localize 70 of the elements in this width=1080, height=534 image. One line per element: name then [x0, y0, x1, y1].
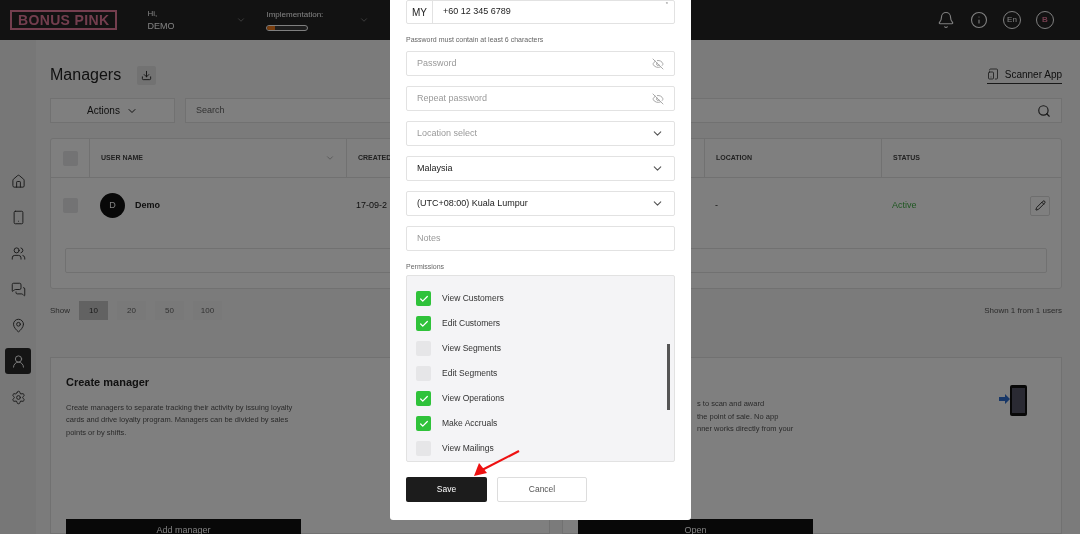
- check-icon: [418, 318, 429, 329]
- checkbox[interactable]: [416, 391, 431, 406]
- user-name: DEMO: [147, 20, 175, 32]
- cancel-button[interactable]: Cancel: [497, 477, 587, 502]
- permission-label[interactable]: Edit Segments: [442, 367, 498, 380]
- edit-button[interactable]: [1030, 195, 1050, 216]
- download-button[interactable]: [137, 65, 157, 85]
- permission-label[interactable]: View Mailings: [442, 442, 494, 455]
- sort-icon[interactable]: [325, 153, 335, 163]
- field-placeholder: Password: [417, 56, 458, 70]
- scrollbar[interactable]: [667, 344, 670, 410]
- phone-value: +60 12 345 6789: [443, 5, 511, 19]
- checkbox[interactable]: [416, 316, 431, 331]
- save-button[interactable]: Save: [406, 477, 487, 502]
- show-label: Show: [50, 304, 70, 317]
- user-icon: [10, 353, 26, 369]
- chat-icon: [10, 281, 26, 297]
- sidebar-item[interactable]: [5, 348, 31, 374]
- permission-label[interactable]: Edit Customers: [442, 317, 501, 330]
- phone-icon: [998, 384, 1028, 417]
- pencil-icon: [1034, 200, 1046, 211]
- open-button[interactable]: Open: [578, 519, 813, 534]
- checkbox[interactable]: [416, 416, 431, 431]
- input-field[interactable]: Repeat password: [406, 86, 675, 111]
- permission-label[interactable]: Make Accruals: [442, 417, 498, 430]
- country-code[interactable]: MY: [407, 1, 433, 23]
- eye-off-icon[interactable]: [652, 92, 664, 105]
- table-cell: 17-09-2: [356, 199, 388, 210]
- home-icon: [10, 173, 26, 189]
- select-field[interactable]: (UTC+08:00) Kuala Lumpur: [406, 191, 675, 216]
- check-icon: [418, 418, 429, 429]
- permission-label[interactable]: View Customers: [442, 292, 504, 305]
- notifications-icon[interactable]: [937, 11, 955, 29]
- field-placeholder: Notes: [417, 231, 442, 245]
- input-field[interactable]: Notes: [406, 226, 675, 251]
- table-cell-text: Demo: [135, 198, 160, 212]
- field-value: (UTC+08:00) Kuala Lumpur: [417, 196, 529, 210]
- actions-dropdown[interactable]: Actions: [50, 98, 175, 123]
- greeting: Hi,: [147, 8, 159, 20]
- select-field[interactable]: Location select: [406, 121, 675, 146]
- chevron-icon[interactable]: [359, 15, 370, 25]
- checkbox[interactable]: [416, 291, 431, 306]
- input-field[interactable]: Password: [406, 51, 675, 76]
- select-field[interactable]: Malaysia: [406, 156, 675, 181]
- results-summary: Shown 1 from 1 users: [984, 304, 1062, 317]
- scanner-app-link[interactable]: Scanner App: [986, 66, 1062, 84]
- chevron-icon[interactable]: [236, 15, 247, 25]
- avatar: D: [100, 193, 125, 218]
- settings-icon: [10, 389, 26, 405]
- users-icon: [10, 245, 26, 261]
- permission-label[interactable]: View Segments: [442, 342, 501, 355]
- check-icon: [418, 393, 429, 404]
- add-manager-button[interactable]: Add manager: [66, 519, 301, 534]
- permission-label[interactable]: View Operations: [442, 392, 505, 405]
- search-icon: [1037, 103, 1051, 118]
- implementation-label: Implementation:: [266, 9, 324, 21]
- phone-icon: [986, 68, 999, 80]
- search-placeholder: Search: [196, 103, 226, 117]
- info-icon[interactable]: [970, 11, 988, 29]
- download-icon: [141, 69, 153, 81]
- page-size-button[interactable]: 10: [79, 301, 108, 320]
- field-placeholder: Location select: [417, 126, 479, 140]
- table-cell: -: [715, 199, 718, 210]
- status-text: Active: [892, 198, 917, 212]
- page-title: Managers: [50, 65, 122, 85]
- phone-icon: [10, 209, 26, 225]
- field-value: Malaysia: [417, 161, 454, 175]
- check-icon: [418, 293, 429, 304]
- eye-off-icon[interactable]: [652, 57, 664, 70]
- pin-icon: [10, 317, 26, 333]
